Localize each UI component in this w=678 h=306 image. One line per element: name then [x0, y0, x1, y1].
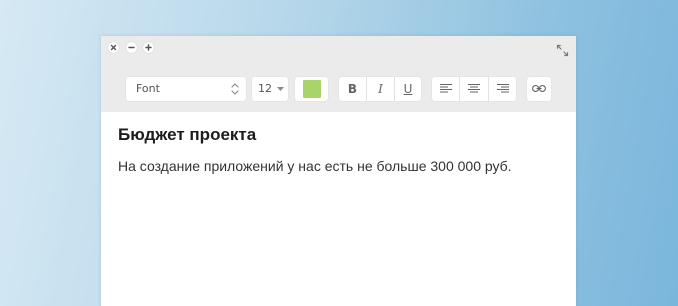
align-center-button[interactable]	[460, 77, 488, 101]
align-left-button[interactable]	[432, 77, 459, 101]
align-left-icon	[439, 84, 452, 93]
font-size-select[interactable]: 12	[252, 77, 288, 101]
expand-button[interactable]	[556, 42, 569, 57]
document-content[interactable]: Бюджет проекта На создание приложений у …	[118, 124, 558, 176]
updown-chevron-icon	[231, 83, 239, 95]
align-button-group	[432, 77, 516, 101]
expand-icon	[556, 44, 569, 57]
document-body[interactable]: На создание приложений у нас есть не бол…	[118, 156, 558, 176]
close-button[interactable]	[108, 42, 119, 53]
bold-button[interactable]: B	[339, 77, 366, 101]
caret-down-icon	[277, 87, 284, 91]
font-family-select[interactable]: Font	[126, 77, 246, 101]
align-right-icon	[496, 84, 509, 93]
minimize-button[interactable]	[126, 42, 137, 53]
insert-link-button[interactable]	[527, 77, 551, 101]
text-color-picker[interactable]	[295, 77, 328, 101]
close-icon	[110, 44, 117, 51]
align-center-icon	[468, 84, 480, 93]
editor-window: Font 12 B I U Бюджет проекта На создание…	[101, 36, 576, 306]
plus-icon	[145, 44, 152, 51]
font-select-label: Font	[136, 82, 160, 95]
color-swatch	[303, 80, 321, 98]
font-size-label: 12	[258, 82, 272, 95]
link-icon	[532, 85, 546, 92]
minimize-icon	[128, 46, 135, 49]
align-right-button[interactable]	[489, 77, 516, 101]
document-title[interactable]: Бюджет проекта	[118, 124, 558, 146]
underline-button[interactable]: U	[395, 77, 421, 101]
maximize-button[interactable]	[143, 42, 154, 53]
format-button-group: B I U	[339, 77, 421, 101]
title-bar: Font 12 B I U	[101, 36, 576, 112]
italic-button[interactable]: I	[367, 77, 394, 101]
